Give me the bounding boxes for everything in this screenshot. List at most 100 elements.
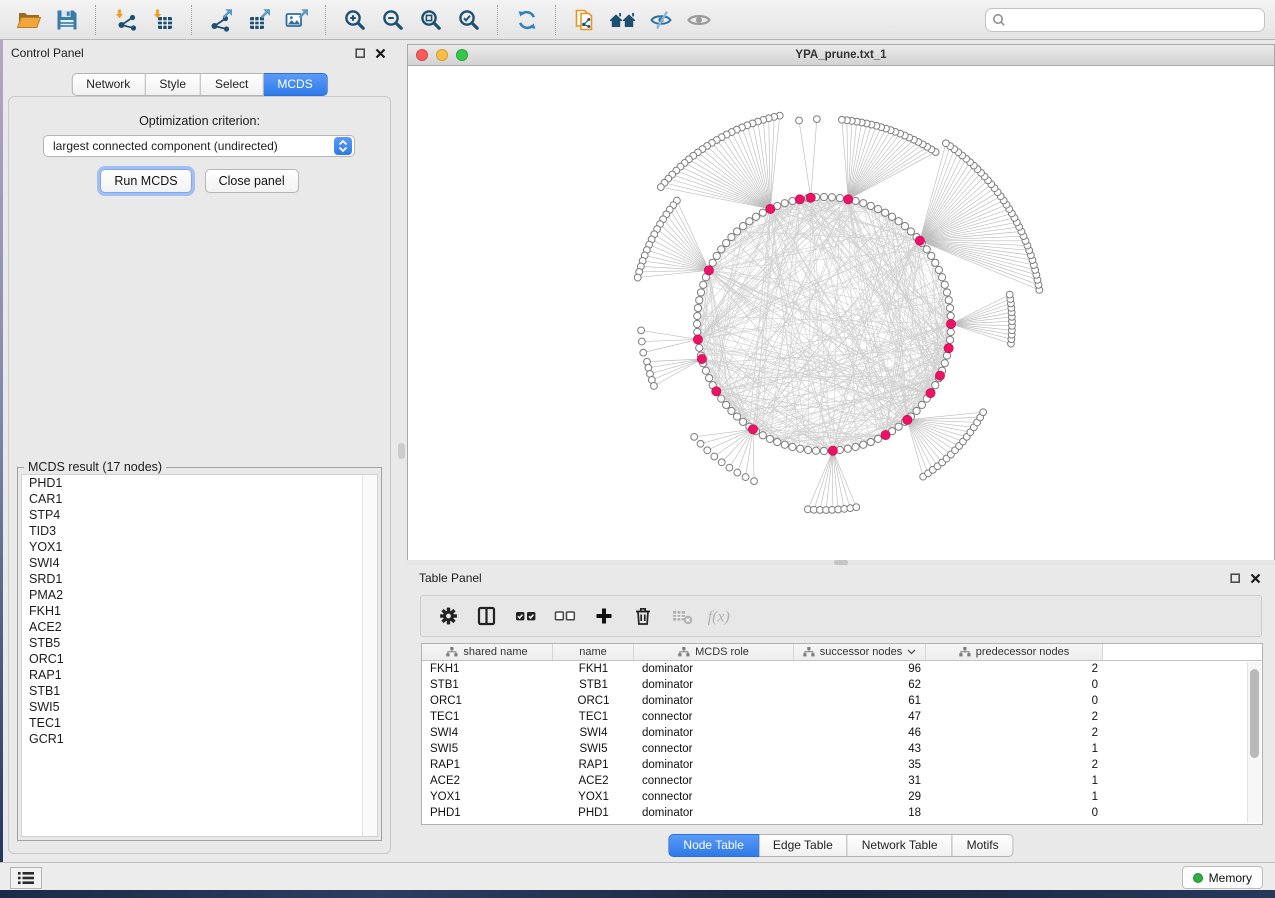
cell-shared_name[interactable]: FKH1 (422, 661, 553, 677)
result-node-item[interactable]: PHD1 (22, 475, 377, 491)
cell-predecessor_nodes[interactable]: 1 (926, 741, 1103, 757)
column-header-MCDS-role[interactable]: MCDS role (634, 644, 794, 661)
cell-mcds_role[interactable]: connector (634, 789, 794, 805)
add-icon[interactable] (589, 601, 619, 631)
cell-mcds_role[interactable]: connector (634, 741, 794, 757)
search-input[interactable] (985, 8, 1265, 32)
cell-predecessor_nodes[interactable]: 0 (926, 693, 1103, 709)
result-node-item[interactable]: SRD1 (22, 571, 377, 587)
close-panel-icon[interactable] (372, 46, 388, 60)
cell-successor_nodes[interactable]: 61 (794, 693, 926, 709)
table-row[interactable]: YOX1YOX1connector291 (422, 789, 1262, 805)
cell-name[interactable]: YOX1 (553, 789, 634, 805)
result-list-scrollbar[interactable] (362, 475, 377, 836)
cell-mcds_role[interactable]: dominator (634, 677, 794, 693)
cell-shared_name[interactable]: ACE2 (422, 773, 553, 789)
result-node-item[interactable]: PMA2 (22, 587, 377, 603)
tab-network-table[interactable]: Network Table (848, 834, 953, 857)
cell-name[interactable]: ORC1 (553, 693, 634, 709)
cell-name[interactable]: PHD1 (553, 805, 634, 821)
table-row[interactable]: PHD1PHD1dominator180 (422, 805, 1262, 821)
result-node-item[interactable]: TID3 (22, 523, 377, 539)
cell-predecessor_nodes[interactable]: 2 (926, 757, 1103, 773)
table-row[interactable]: SWI4SWI4dominator462 (422, 725, 1262, 741)
tab-edge-table[interactable]: Edge Table (759, 834, 848, 857)
close-panel-icon[interactable] (1247, 571, 1263, 585)
result-node-item[interactable]: YOX1 (22, 539, 377, 555)
home-icon[interactable] (604, 3, 642, 37)
open-folder-icon[interactable] (10, 3, 48, 37)
float-panel-icon[interactable] (352, 46, 368, 60)
cell-successor_nodes[interactable]: 43 (794, 741, 926, 757)
refresh-icon[interactable] (508, 3, 546, 37)
cell-shared_name[interactable]: ORC1 (422, 693, 553, 709)
result-node-item[interactable]: TEC1 (22, 715, 377, 731)
cell-mcds_role[interactable]: dominator (634, 805, 794, 821)
cell-name[interactable]: RAP1 (553, 757, 634, 773)
cell-shared_name[interactable]: STB1 (422, 677, 553, 693)
tab-style[interactable]: Style (145, 73, 201, 96)
cell-shared_name[interactable]: YOX1 (422, 789, 553, 805)
cell-successor_nodes[interactable]: 96 (794, 661, 926, 677)
table-row[interactable]: RAP1RAP1dominator352 (422, 757, 1262, 773)
gear-icon[interactable] (433, 601, 463, 631)
vertical-splitter-handle[interactable] (398, 443, 405, 459)
column-header-predecessor-nodes[interactable]: predecessor nodes (926, 644, 1103, 661)
cell-successor_nodes[interactable]: 18 (794, 805, 926, 821)
table-scrollbar[interactable] (1247, 662, 1261, 823)
save-icon[interactable] (48, 3, 86, 37)
zoom-selected-icon[interactable] (450, 3, 488, 37)
cell-predecessor_nodes[interactable]: 2 (926, 725, 1103, 741)
tab-mcds[interactable]: MCDS (263, 73, 327, 96)
close-panel-button[interactable]: Close panel (205, 169, 299, 193)
cell-predecessor_nodes[interactable]: 0 (926, 805, 1103, 821)
float-panel-icon[interactable] (1227, 571, 1243, 585)
zoom-fit-icon[interactable] (412, 3, 450, 37)
cell-successor_nodes[interactable]: 47 (794, 709, 926, 725)
table-row[interactable]: STB1STB1dominator620 (422, 677, 1262, 693)
network-view-canvas[interactable] (408, 66, 1274, 560)
cell-successor_nodes[interactable]: 29 (794, 789, 926, 805)
column-header-successor-nodes[interactable]: successor nodes (794, 644, 926, 661)
cell-name[interactable]: TEC1 (553, 709, 634, 725)
clone-network-icon[interactable] (566, 3, 604, 37)
cell-predecessor_nodes[interactable]: 1 (926, 789, 1103, 805)
column-header-shared-name[interactable]: shared name (422, 644, 553, 661)
network-titlebar[interactable]: YPA_prune.txt_1 (408, 45, 1274, 66)
cell-mcds_role[interactable]: dominator (634, 661, 794, 677)
cell-successor_nodes[interactable]: 31 (794, 773, 926, 789)
result-node-item[interactable]: CAR1 (22, 491, 377, 507)
delete-icon[interactable] (628, 601, 658, 631)
export-network-icon[interactable] (202, 3, 240, 37)
result-node-item[interactable]: ORC1 (22, 651, 377, 667)
table-row[interactable]: ACE2ACE2connector311 (422, 773, 1262, 789)
run-mcds-button[interactable]: Run MCDS (100, 169, 191, 193)
export-table-icon[interactable] (240, 3, 278, 37)
cell-name[interactable]: FKH1 (553, 661, 634, 677)
table-row[interactable]: SWI5SWI5connector431 (422, 741, 1262, 757)
result-node-item[interactable]: STP4 (22, 507, 377, 523)
tab-network[interactable]: Network (71, 73, 145, 96)
column-header-name[interactable]: name (553, 644, 634, 661)
cell-successor_nodes[interactable]: 46 (794, 725, 926, 741)
unselect-all-icon[interactable] (550, 601, 580, 631)
cell-name[interactable]: SWI5 (553, 741, 634, 757)
cell-predecessor_nodes[interactable]: 2 (926, 709, 1103, 725)
cell-name[interactable]: SWI4 (553, 725, 634, 741)
cell-successor_nodes[interactable]: 35 (794, 757, 926, 773)
table-row[interactable]: ORC1ORC1dominator610 (422, 693, 1262, 709)
select-all-icon[interactable] (511, 601, 541, 631)
columns-icon[interactable] (472, 601, 502, 631)
table-scrollbar-thumb[interactable] (1250, 669, 1259, 758)
cell-predecessor_nodes[interactable]: 1 (926, 773, 1103, 789)
cell-mcds_role[interactable]: connector (634, 709, 794, 725)
cell-predecessor_nodes[interactable]: 0 (926, 677, 1103, 693)
result-node-item[interactable]: SWI5 (22, 699, 377, 715)
result-node-item[interactable]: GCR1 (22, 731, 377, 747)
mcds-result-list[interactable]: PHD1CAR1STP4TID3YOX1SWI4SRD1PMA2FKH1ACE2… (21, 474, 378, 837)
cell-shared_name[interactable]: PHD1 (422, 805, 553, 821)
result-node-item[interactable]: RAP1 (22, 667, 377, 683)
zoom-out-icon[interactable] (374, 3, 412, 37)
cell-name[interactable]: ACE2 (553, 773, 634, 789)
tab-select[interactable]: Select (201, 73, 263, 96)
